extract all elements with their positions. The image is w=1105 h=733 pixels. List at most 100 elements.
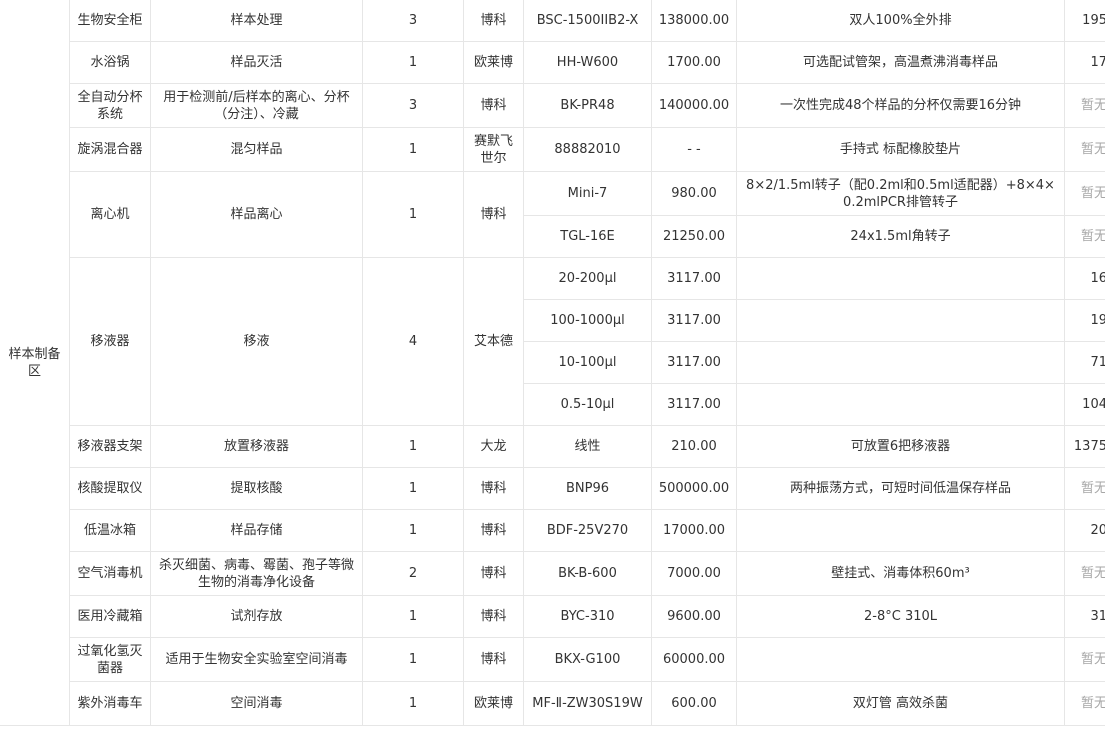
device-model: BDF-25V270: [523, 509, 652, 552]
device-name: 过氧化氢灭菌器: [69, 637, 151, 682]
device-name: 水浴锅: [69, 41, 151, 84]
device-last-value: 16: [1064, 257, 1105, 300]
device-last-value: 暂无: [1064, 171, 1105, 216]
device-qty: 1: [362, 637, 464, 682]
table-row: 医用冷藏箱 试剂存放 1 博科 BYC-310 9600.00 2-8°C 31…: [0, 595, 1105, 638]
device-last-value: 暂无: [1064, 681, 1105, 726]
device-brand: 大龙: [463, 425, 524, 468]
device-use: 样品离心: [150, 171, 363, 258]
device-last-value: 19: [1064, 299, 1105, 342]
device-brand: 博科: [463, 171, 524, 258]
device-name: 核酸提取仪: [69, 467, 151, 510]
device-price: 21250.00: [651, 215, 737, 258]
device-name: 医用冷藏箱: [69, 595, 151, 638]
device-use: 样本处理: [150, 0, 363, 42]
device-use: 提取核酸: [150, 467, 363, 510]
device-price: 3117.00: [651, 257, 737, 300]
device-model: 88882010: [523, 127, 652, 172]
device-name: 生物安全柜: [69, 0, 151, 42]
table-row: 过氧化氢灭菌器 适用于生物安全实验室空间消毒 1 博科 BKX-G100 600…: [0, 637, 1105, 682]
device-last-value: 71: [1064, 341, 1105, 384]
device-model: 10-100μl: [523, 341, 652, 384]
device-model: 100-1000μl: [523, 299, 652, 342]
device-last-value: 20: [1064, 509, 1105, 552]
device-last-value: 195: [1064, 0, 1105, 42]
table-row: 旋涡混合器 混匀样品 1 赛默飞世尔 88882010 - - 手持式 标配橡胶…: [0, 127, 1105, 172]
device-last-value: 暂无: [1064, 215, 1105, 258]
device-model: HH-W600: [523, 41, 652, 84]
device-last-value: 17: [1064, 41, 1105, 84]
device-use: 样品存储: [150, 509, 363, 552]
device-price: 3117.00: [651, 383, 737, 426]
device-price: 500000.00: [651, 467, 737, 510]
device-name: 全自动分杯系统: [69, 83, 151, 128]
device-price: 140000.00: [651, 83, 737, 128]
device-use: 移液: [150, 257, 363, 426]
device-note: 一次性完成48个样品的分杯仅需要16分钟: [736, 83, 1065, 128]
device-use: 样品灭活: [150, 41, 363, 84]
device-price: 1700.00: [651, 41, 737, 84]
device-use: 混匀样品: [150, 127, 363, 172]
device-price: 3117.00: [651, 341, 737, 384]
device-note: 壁挂式、消毒体积60m³: [736, 551, 1065, 596]
device-qty: 1: [362, 509, 464, 552]
table-row: 移液器支架 放置移液器 1 大龙 线性 210.00 可放置6把移液器 1375: [0, 425, 1105, 468]
device-price: 60000.00: [651, 637, 737, 682]
device-use: 用于检测前/后样本的离心、分杯（分注）、冷藏: [150, 83, 363, 128]
device-qty: 1: [362, 171, 464, 258]
device-model: BK-B-600: [523, 551, 652, 596]
device-last-value: 暂无: [1064, 551, 1105, 596]
device-price: 138000.00: [651, 0, 737, 42]
device-model: 0.5-10μl: [523, 383, 652, 426]
device-note: 两种振荡方式，可短时间低温保存样品: [736, 467, 1065, 510]
table-row: 样本制备区 生物安全柜 样本处理 3 博科 BSC-1500IIB2-X 138…: [0, 0, 1105, 726]
table-row: 空气消毒机 杀灭细菌、病毒、霉菌、孢子等微生物的消毒净化设备 2 博科 BK-B…: [0, 551, 1105, 596]
device-qty: 1: [362, 41, 464, 84]
device-qty: 1: [362, 127, 464, 172]
device-name: 紫外消毒车: [69, 681, 151, 726]
device-qty: 1: [362, 467, 464, 510]
device-brand: 欧莱博: [463, 41, 524, 84]
device-brand: 博科: [463, 509, 524, 552]
device-price: 3117.00: [651, 299, 737, 342]
device-note: [736, 383, 1065, 426]
table-row: 紫外消毒车 空间消毒 1 欧莱博 MF-Ⅱ-ZW30S19W 600.00 双灯…: [0, 681, 1105, 726]
device-note: 24x1.5ml角转子: [736, 215, 1065, 258]
device-brand: 赛默飞世尔: [463, 127, 524, 172]
table-row: 核酸提取仪 提取核酸 1 博科 BNP96 500000.00 两种振荡方式，可…: [0, 467, 1105, 510]
device-model: BYC-310: [523, 595, 652, 638]
device-note: [736, 509, 1065, 552]
device-last-value: 104: [1064, 383, 1105, 426]
device-name: 离心机: [69, 171, 151, 258]
device-price: 980.00: [651, 171, 737, 216]
device-qty: 1: [362, 681, 464, 726]
equipment-table: 样本制备区 生物安全柜 样本处理 3 博科 BSC-1500IIB2-X 138…: [0, 0, 1105, 726]
device-brand: 博科: [463, 0, 524, 42]
device-model: BSC-1500IIB2-X: [523, 0, 652, 42]
device-model: TGL-16E: [523, 215, 652, 258]
device-last-value: 暂无: [1064, 127, 1105, 172]
device-name: 移液器: [69, 257, 151, 426]
table-row: 全自动分杯系统 用于检测前/后样本的离心、分杯（分注）、冷藏 3 博科 BK-P…: [0, 83, 1105, 128]
device-last-value: 1375: [1064, 425, 1105, 468]
device-model: BKX-G100: [523, 637, 652, 682]
device-model: BNP96: [523, 467, 652, 510]
device-note: 2-8°C 310L: [736, 595, 1065, 638]
device-qty: 1: [362, 595, 464, 638]
device-note: 双人100%全外排: [736, 0, 1065, 42]
device-note: 手持式 标配橡胶垫片: [736, 127, 1065, 172]
device-model: MF-Ⅱ-ZW30S19W: [523, 681, 652, 726]
device-name: 低温冰箱: [69, 509, 151, 552]
device-note: [736, 637, 1065, 682]
device-brand: 博科: [463, 637, 524, 682]
device-use: 试剂存放: [150, 595, 363, 638]
device-name: 移液器支架: [69, 425, 151, 468]
area-label-cell: 样本制备区: [0, 0, 70, 726]
device-price: 600.00: [651, 681, 737, 726]
device-note: [736, 341, 1065, 384]
device-note: 8×2/1.5ml转子（配0.2ml和0.5ml适配器）+8×4×0.2mlPC…: [736, 171, 1065, 216]
device-qty: 1: [362, 425, 464, 468]
device-model: 线性: [523, 425, 652, 468]
device-brand: 艾本德: [463, 257, 524, 426]
device-price: 210.00: [651, 425, 737, 468]
